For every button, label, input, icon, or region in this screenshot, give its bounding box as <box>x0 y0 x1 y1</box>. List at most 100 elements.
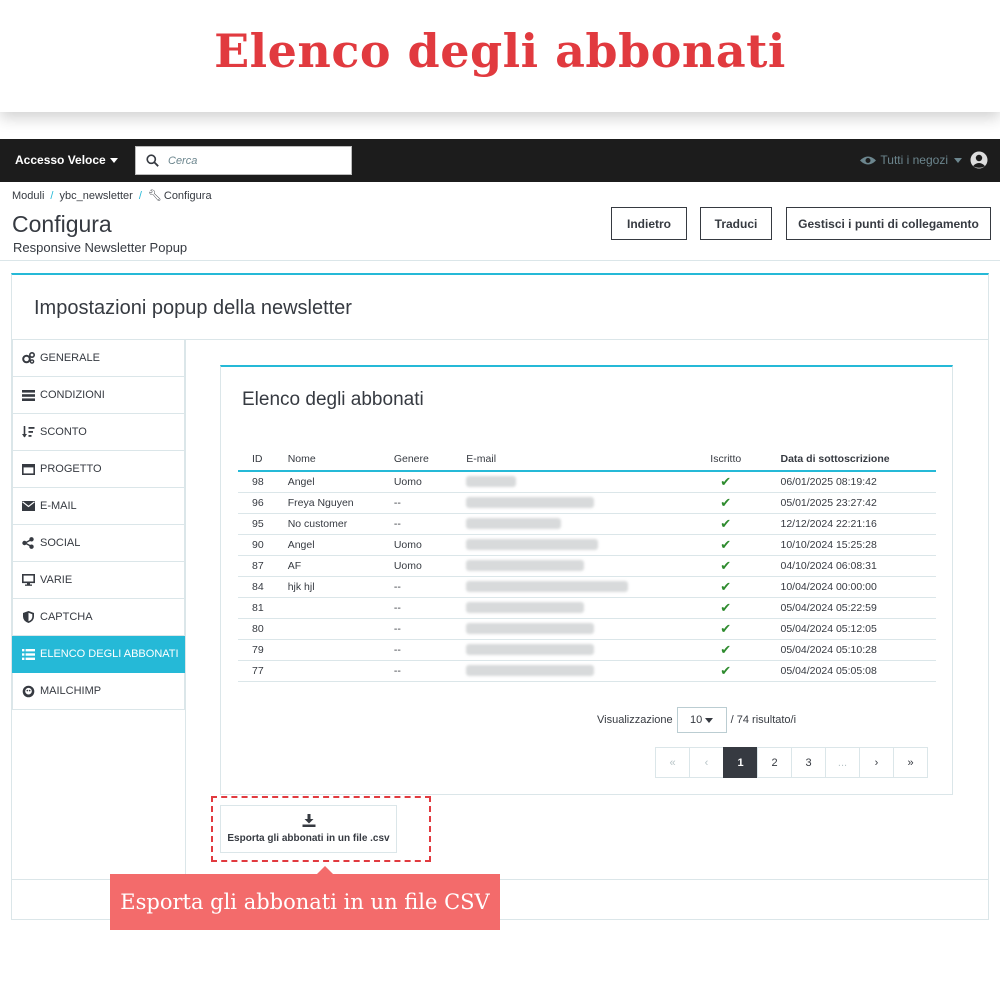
shop-selector-label: Tutti i negozi <box>880 153 948 167</box>
cell-date: 10/04/2024 00:00:00 <box>762 576 936 598</box>
shop-selector[interactable]: Tutti i negozi <box>860 153 962 167</box>
sidebar-divider <box>185 340 186 879</box>
check-icon: ✔ <box>689 471 763 493</box>
cell-date: 05/04/2024 05:10:28 <box>762 639 936 661</box>
envelope-icon <box>21 499 35 513</box>
sidebar-item-social[interactable]: SOCIAL <box>12 525 185 562</box>
page-button-3[interactable]: 3 <box>791 747 826 778</box>
sidebar-item-mailchimp[interactable]: MAILCHIMP <box>12 673 185 710</box>
cell-email-redacted <box>452 492 690 514</box>
page-title: Configura <box>12 211 112 237</box>
cell-gender: -- <box>379 597 453 619</box>
table-header-row: ID Nome Genere E-mail Iscritto Data di s… <box>238 447 936 472</box>
cell-id: 77 <box>238 660 274 682</box>
quick-access-menu[interactable]: Accesso Veloce <box>15 153 118 167</box>
breadcrumb-item[interactable]: ybc_newsletter <box>59 190 132 202</box>
search-input[interactable] <box>168 152 343 170</box>
per-page-select[interactable]: 10 <box>676 707 727 733</box>
column-header[interactable]: Nome <box>273 447 380 472</box>
download-icon <box>302 814 315 827</box>
cell-id: 81 <box>238 597 274 619</box>
export-callout: Esporta gli abbonati in un file CSV <box>110 874 500 930</box>
search-box[interactable] <box>135 146 352 175</box>
cell-date: 05/01/2025 23:27:42 <box>762 492 936 514</box>
sidebar-item-label: ELENCO DEGLI ABBONATI <box>40 648 179 660</box>
next-page-button[interactable]: › <box>859 747 894 778</box>
cell-name <box>273 597 380 619</box>
page-button-2[interactable]: 2 <box>757 747 792 778</box>
cell-id: 84 <box>238 576 274 598</box>
gears-icon <box>21 351 35 365</box>
translate-button[interactable]: Traduci <box>700 207 772 240</box>
prev-page-button[interactable]: ‹ <box>689 747 724 778</box>
results-total: / 74 risultato/i <box>730 714 797 726</box>
last-page-button[interactable]: » <box>893 747 928 778</box>
column-header[interactable]: ID <box>238 447 274 472</box>
table-row: 96 Freya Nguyen -- ✔ 05/01/2025 23:27:42 <box>238 492 936 514</box>
sidebar-item-progetto[interactable]: PROGETTO <box>12 451 185 488</box>
sidebar-item-subscribers[interactable]: ELENCO DEGLI ABBONATI <box>12 636 185 673</box>
check-icon: ✔ <box>689 639 763 661</box>
cell-id: 96 <box>238 492 274 514</box>
column-header[interactable]: Genere <box>379 447 453 472</box>
cell-date: 06/01/2025 08:19:42 <box>762 471 936 493</box>
cell-name <box>273 639 380 661</box>
sidebar-item-email[interactable]: E-MAIL <box>12 488 185 525</box>
cell-gender: Uomo <box>379 471 453 493</box>
first-page-button[interactable]: « <box>655 747 690 778</box>
subscribers-card: Elenco degli abbonati ID Nome Genere E-m… <box>220 365 953 795</box>
banner-title: Elenco degli abbonati <box>214 24 786 78</box>
caret-down-icon <box>109 158 118 164</box>
breadcrumb-item[interactable]: Moduli <box>12 190 44 202</box>
subscribers-title: Elenco degli abbonati <box>242 389 424 410</box>
breadcrumb-item: Configura <box>163 190 212 202</box>
cell-gender: -- <box>379 660 453 682</box>
check-icon: ✔ <box>689 576 763 598</box>
pagination: « ‹ 1 2 3 ... › » <box>655 747 928 778</box>
cell-gender: -- <box>379 513 453 535</box>
check-icon: ✔ <box>689 513 763 535</box>
sidebar-item-label: MAILCHIMP <box>40 685 102 697</box>
check-icon: ✔ <box>689 534 763 556</box>
cell-email-redacted <box>452 555 690 577</box>
sidebar-item-sconto[interactable]: SCONTO <box>12 414 185 451</box>
cell-gender: Uomo <box>379 534 453 556</box>
wrench-icon: 🔧︎ <box>147 190 162 202</box>
user-icon[interactable] <box>970 151 988 169</box>
column-header[interactable]: E-mail <box>452 447 690 472</box>
page-button-1[interactable]: 1 <box>723 747 758 778</box>
window-icon <box>21 462 35 476</box>
cell-name: AF <box>273 555 380 577</box>
sidebar-item-varie[interactable]: VARIE <box>12 562 185 599</box>
cell-date: 05/04/2024 05:12:05 <box>762 618 936 640</box>
table-row: 81 -- ✔ 05/04/2024 05:22:59 <box>238 597 936 619</box>
quick-access-label: Accesso Veloce <box>15 153 106 167</box>
share-icon <box>21 536 35 550</box>
cell-id: 90 <box>238 534 274 556</box>
cell-email-redacted <box>452 576 690 598</box>
table-row: 98 Angel Uomo ✔ 06/01/2025 08:19:42 <box>238 471 936 493</box>
column-header[interactable]: Iscritto <box>689 447 763 472</box>
back-button[interactable]: Indietro <box>611 207 687 240</box>
sidebar-item-captcha[interactable]: CAPTCHA <box>12 599 185 636</box>
top-navbar: Accesso Veloce Tutti i negozi <box>0 139 1000 182</box>
sidebar-item-condizioni[interactable]: CONDIZIONI <box>12 377 185 414</box>
export-csv-button[interactable]: Esporta gli abbonati in un file .csv <box>220 805 397 853</box>
sidebar-item-label: SOCIAL <box>40 537 81 549</box>
sidebar-item-generale[interactable]: GENERALE <box>12 340 185 377</box>
breadcrumb: Moduli / ybc_newsletter / 🔧︎ Configura <box>12 190 212 202</box>
cell-gender: -- <box>379 639 453 661</box>
cell-email-redacted <box>452 597 690 619</box>
manage-hooks-button[interactable]: Gestisci i punti di collegamento <box>786 207 991 240</box>
export-csv-label: Esporta gli abbonati in un file .csv <box>227 833 390 844</box>
caret-down-icon <box>954 158 962 164</box>
column-header[interactable]: Data di sottoscrizione <box>762 447 936 472</box>
sidebar-item-label: CAPTCHA <box>40 611 93 623</box>
cell-name: Angel <box>273 471 380 493</box>
eye-icon <box>860 156 877 165</box>
settings-sidebar: GENERALE CONDIZIONI SCONTO PROGETTO E-MA… <box>12 340 185 710</box>
sidebar-item-label: E-MAIL <box>40 500 77 512</box>
cell-email-redacted <box>452 618 690 640</box>
display-label: Visualizzazione <box>597 714 673 726</box>
subscribers-table: ID Nome Genere E-mail Iscritto Data di s… <box>238 447 936 682</box>
